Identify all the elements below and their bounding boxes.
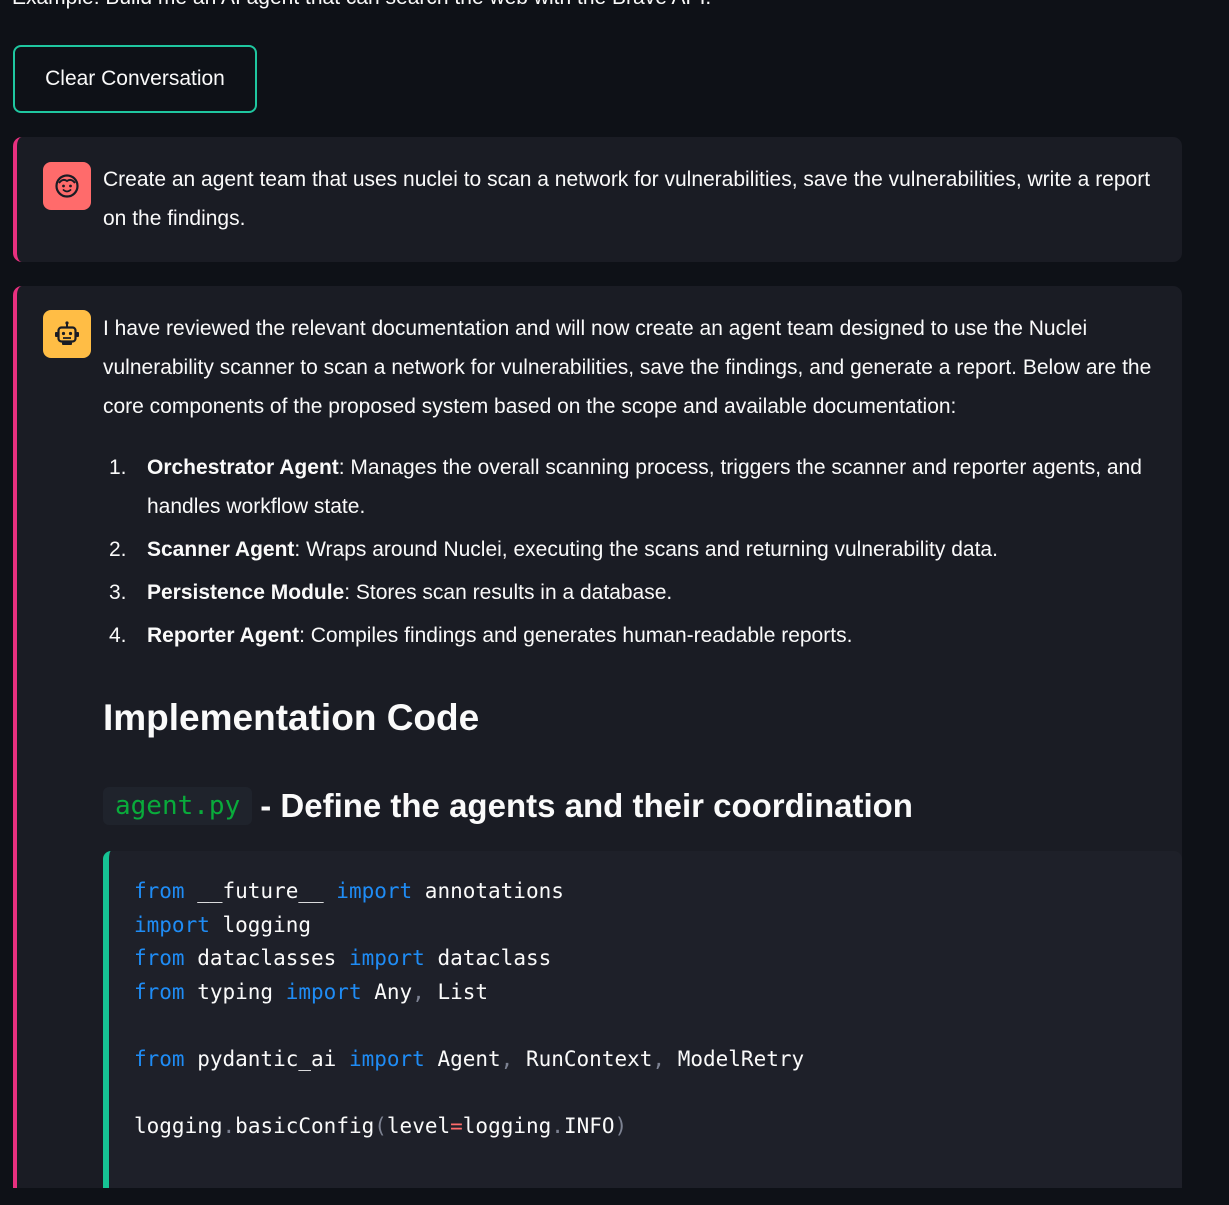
- clear-conversation-button[interactable]: Clear Conversation: [13, 45, 257, 113]
- code-keyword: from: [134, 1046, 185, 1071]
- code-text: logging: [209, 912, 312, 937]
- code-line: import logging: [134, 909, 1182, 943]
- code-line: from dataclasses import dataclass: [134, 942, 1182, 976]
- section-heading: Implementation Code: [103, 697, 480, 738]
- list-item: 1. Orchestrator Agent: Manages the overa…: [103, 448, 1158, 526]
- code-text: dataclass: [424, 946, 552, 971]
- list-item-description: : Wraps around Nuclei, executing the sca…: [294, 538, 998, 561]
- code-punctuation: ): [614, 1114, 628, 1139]
- list-item-description: : Compiles findings and generates human-…: [299, 624, 853, 647]
- code-punctuation: (: [374, 1114, 387, 1139]
- code-line: from pydantic_ai import Agent, RunContex…: [134, 1043, 1182, 1077]
- code-punctuation: ,: [652, 1046, 666, 1071]
- code-operator: =: [450, 1114, 463, 1139]
- code-text: basicConfig: [235, 1114, 375, 1139]
- list-item-title: Persistence Module: [147, 581, 345, 604]
- code-text: RunContext: [513, 1046, 653, 1071]
- code-text: logging: [134, 1114, 223, 1139]
- code-keyword: import: [285, 979, 362, 1004]
- code-punctuation: ,: [500, 1046, 514, 1071]
- code-line: from __future__ import annotations: [134, 875, 1182, 909]
- code-text: INFO: [563, 1114, 615, 1139]
- user-message: Create an agent team that uses nuclei to…: [13, 137, 1182, 262]
- components-list: 1. Orchestrator Agent: Manages the overa…: [103, 448, 1158, 659]
- code-punctuation: .: [222, 1114, 236, 1139]
- filename-inline-code: agent.py: [103, 787, 253, 825]
- list-item-description: : Stores scan results in a database.: [344, 581, 673, 604]
- code-text: typing: [184, 979, 286, 1004]
- code-text: logging: [462, 1114, 552, 1139]
- code-keyword: import: [348, 946, 425, 971]
- code-block[interactable]: from __future__ import annotations impor…: [103, 851, 1182, 1188]
- code-text: annotations: [412, 879, 564, 903]
- code-keyword: import: [134, 912, 210, 937]
- code-text: dataclasses: [184, 946, 349, 971]
- robot-icon: [43, 310, 91, 358]
- file-heading-text: - Define the agents and their coordinati…: [260, 787, 913, 824]
- code-text: List: [424, 979, 489, 1004]
- user-face-icon: [43, 162, 91, 210]
- list-item-number: 2.: [109, 538, 127, 561]
- code-line: logging.basicConfig(level=logging.INFO): [134, 1110, 1182, 1144]
- code-keyword: import: [348, 1046, 425, 1071]
- code-text: Any: [361, 979, 413, 1004]
- list-item-number: 4.: [109, 624, 127, 647]
- file-heading: agent.py - Define the agents and their c…: [103, 784, 913, 828]
- assistant-message: I have reviewed the relevant documentati…: [13, 286, 1182, 1188]
- example-hint-text: Example: Build me an AI agent that can s…: [12, 0, 711, 10]
- list-item-title: Orchestrator Agent: [147, 456, 339, 479]
- code-keyword: from: [134, 979, 185, 1004]
- code-text: pydantic_ai: [184, 1046, 349, 1071]
- code-line: from typing import Any, List: [134, 976, 1182, 1010]
- list-item-number: 3.: [109, 581, 127, 604]
- user-message-text: Create an agent team that uses nuclei to…: [103, 168, 1151, 230]
- code-text: level: [386, 1114, 451, 1139]
- code-keyword: from: [134, 879, 185, 903]
- list-item-number: 1.: [109, 456, 127, 479]
- code-text: ModelRetry: [665, 1046, 805, 1071]
- list-item: 3. Persistence Module: Stores scan resul…: [103, 573, 1158, 612]
- code-punctuation: ,: [412, 979, 425, 1004]
- list-item-title: Reporter Agent: [147, 624, 300, 647]
- list-item: 4. Reporter Agent: Compiles findings and…: [103, 616, 1158, 655]
- code-punctuation: .: [551, 1114, 564, 1139]
- list-item: 2. Scanner Agent: Wraps around Nuclei, e…: [103, 530, 1158, 569]
- code-keyword: import: [336, 879, 413, 903]
- assistant-intro-text: I have reviewed the relevant documentati…: [103, 317, 1152, 418]
- code-text: __future__: [184, 879, 337, 903]
- list-item-title: Scanner Agent: [147, 538, 295, 561]
- code-keyword: from: [134, 946, 185, 971]
- code-text: Agent: [424, 1046, 501, 1071]
- chat-page: Example: Build me an AI agent that can s…: [0, 0, 1229, 1205]
